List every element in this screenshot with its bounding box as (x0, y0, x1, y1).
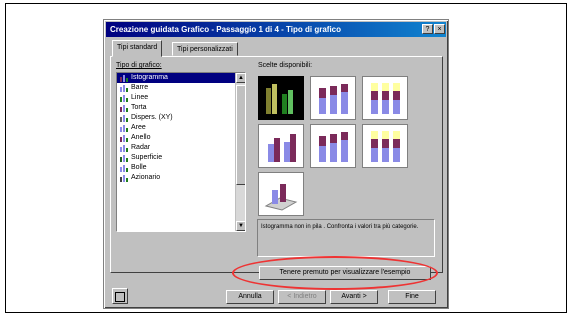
pie-chart-icon (119, 104, 128, 112)
area-chart-icon (119, 124, 128, 132)
chart-type-item[interactable]: Torta (117, 103, 245, 113)
line-chart-icon (119, 94, 128, 102)
cancel-button[interactable]: Annulla (226, 290, 274, 304)
chart-type-item[interactable]: Bolle (117, 163, 245, 173)
subtype-stacked-column[interactable] (310, 76, 356, 120)
chart-type-label-text: Torta (131, 104, 147, 111)
subtype-clustered-column[interactable] (258, 76, 304, 120)
next-button[interactable]: Avanti > (330, 290, 378, 304)
chart-type-label-text: Aree (131, 124, 146, 131)
scroll-down-button[interactable]: ▼ (236, 221, 245, 231)
chart-type-label-text: Dispers. (XY) (131, 114, 173, 121)
help-button[interactable]: ? (422, 24, 433, 34)
tab-custom-types[interactable]: Tipi personalizzati (172, 42, 238, 56)
subtype-100-stacked-column[interactable] (362, 76, 408, 120)
chart-type-item[interactable]: Superficie (117, 153, 245, 163)
chart-type-label-text: Anello (131, 134, 151, 141)
subtype-3d-stacked-column[interactable] (310, 124, 356, 168)
chart-type-label-text: Radar (131, 144, 151, 151)
subtype-description: Istogramma non in pila . Confronta i val… (257, 219, 435, 257)
chart-type-item[interactable]: Linee (117, 93, 245, 103)
list-scrollbar[interactable]: ▲ ▼ (235, 73, 245, 231)
dialog-title: Creazione guidata Grafico - Passaggio 1 … (106, 22, 446, 37)
scatter-chart-icon (119, 114, 128, 122)
chart-type-item[interactable]: Aree (117, 123, 245, 133)
radar-chart-icon (119, 144, 128, 152)
subtype-3d-column[interactable] (258, 172, 304, 216)
chart-type-item[interactable]: Anello (117, 133, 245, 143)
subtype-3d-100-stacked-column[interactable] (362, 124, 408, 168)
chart-type-label-text: Istogramma (131, 74, 168, 81)
scroll-up-button[interactable]: ▲ (236, 73, 245, 83)
column-chart-icon (119, 74, 128, 82)
chart-type-item[interactable]: Barre (117, 83, 245, 93)
chart-type-label-text: Barre (131, 84, 149, 91)
tab-standard-types[interactable]: Tipi standard (112, 40, 163, 57)
chart-type-label-text: Superficie (131, 154, 163, 161)
scroll-thumb[interactable] (236, 85, 245, 185)
back-button: < Indietro (278, 290, 326, 304)
chart-type-label-text: Linee (131, 94, 149, 101)
chart-type-item[interactable]: Azionario (117, 173, 245, 183)
subtype-label: Scelte disponibili: (258, 62, 313, 69)
close-button[interactable]: × (434, 24, 445, 34)
subtype-3d-clustered-column[interactable] (258, 124, 304, 168)
chart-type-label-text: Azionario (131, 174, 161, 181)
chart-type-label: Tipo di grafico: (116, 62, 162, 69)
doughnut-chart-icon (119, 134, 128, 142)
stock-chart-icon (119, 174, 128, 182)
surface-chart-icon (119, 154, 128, 162)
chart-type-label-text: Bolle (131, 164, 147, 171)
office-assistant-button[interactable] (112, 288, 128, 304)
chart-type-list[interactable]: Istogramma Barre Linee Torta Dispers. (XY) Ar… (116, 72, 246, 232)
finish-button[interactable]: Fine (388, 290, 436, 304)
highlight-annotation-oval (232, 256, 438, 290)
assistant-icon (115, 292, 125, 302)
chart-type-item[interactable]: Dispers. (XY) (117, 113, 245, 123)
chart-type-item[interactable]: Radar (117, 143, 245, 153)
chart-type-item[interactable]: Istogramma (117, 73, 245, 83)
bubble-chart-icon (119, 164, 128, 172)
bar-chart-icon (119, 84, 128, 92)
